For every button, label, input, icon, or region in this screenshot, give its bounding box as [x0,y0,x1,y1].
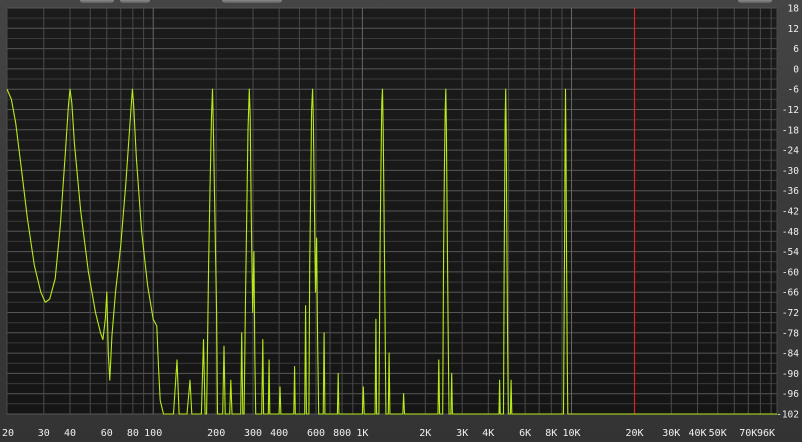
y-tick-label: -54 [782,247,799,258]
y-tick-label: 0 [793,64,799,75]
y-tick-label: -12 [782,105,799,116]
y-tick-label: -78 [782,328,799,339]
x-tick-label: 2K [419,428,431,439]
y-tick-label: -66 [782,288,799,299]
y-tick-label: -102 [776,410,799,421]
spectrum-analyzer-window: 20 30 40 60 80 100 200 300 400 600 800 1K 2K 3K 4K 6K 8K… [0,0,802,442]
x-tick-label: 800 [333,428,351,439]
y-tick-label: -36 [782,186,799,197]
y-tick-label: -84 [782,349,799,360]
x-tick-label: 100 [144,428,162,439]
x-tick-label: 40K [688,428,706,439]
y-tick-label: -72 [782,308,799,319]
y-tick-label: -42 [782,207,799,218]
x-tick-label: 96K [757,428,775,439]
x-tick-label: 200 [207,428,225,439]
y-tick-label: 6 [793,44,799,55]
x-tick-label: 600 [307,428,325,439]
spectrum-plot[interactable]: 20 30 40 60 80 100 200 300 400 600 800 1K 2K 3K 4K 6K 8K… [0,0,802,442]
y-tick-label: 12 [788,24,799,35]
x-tick-label: 30 [38,428,50,439]
x-tick-label: 20 [2,428,14,439]
y-tick-label: -24 [782,146,799,157]
x-tick-label: 30K [662,428,680,439]
x-tick-label: 3K [456,428,468,439]
grid [6,7,778,415]
x-tick-label: 80 [127,428,139,439]
y-tick-label: -6 [788,85,800,96]
x-tick-label: 70K [739,428,757,439]
x-tick-label: 40 [64,428,76,439]
y-tick-label: 18 [788,4,800,15]
x-axis-tick-labels: 20 30 40 60 80 100 200 300 400 600 800 1K 2K 3K 4K 6K 8K… [2,428,775,439]
x-tick-label: 4K [482,428,494,439]
y-tick-label: -60 [782,267,799,278]
x-tick-label: 10K [562,428,580,439]
x-tick-label: 1K [356,428,368,439]
x-tick-label: 300 [244,428,262,439]
y-tick-label: -90 [782,369,799,380]
x-tick-label: 400 [270,428,288,439]
x-tick-label: 50K [709,428,727,439]
x-tick-label: 60 [101,428,113,439]
y-tick-label: -18 [782,125,799,136]
x-tick-label: 8K [545,428,557,439]
y-tick-label: -30 [782,166,799,177]
x-tick-label: 6K [519,428,531,439]
y-axis-tick-labels: 18 12 6 0 -6 -12 -18 -24 -30 -36 -42 -48 -54 -60 -66 -7… [776,4,799,421]
x-tick-label: 20K [625,428,643,439]
y-tick-label: -48 [782,227,799,238]
y-tick-label: -96 [782,389,799,400]
